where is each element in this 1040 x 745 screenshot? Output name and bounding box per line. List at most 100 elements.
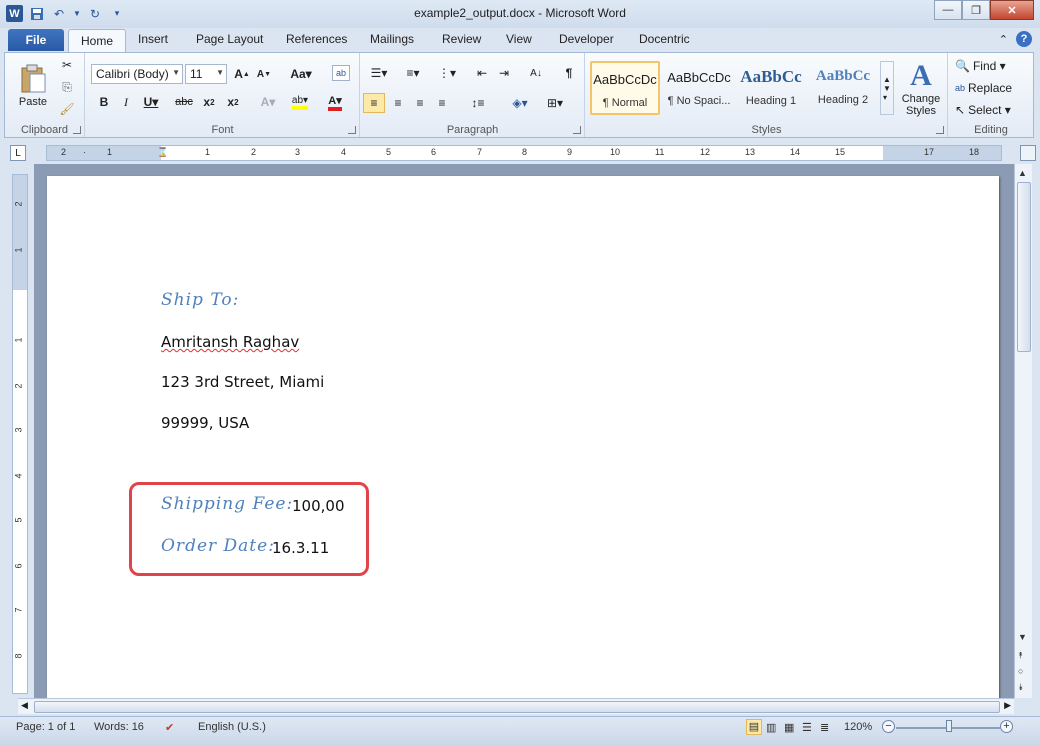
- document-page[interactable]: Ship To: Amritansh Raghav 123 3rd Street…: [47, 176, 999, 698]
- tab-developer[interactable]: Developer: [559, 32, 614, 46]
- web-layout-view-icon[interactable]: ▦: [784, 721, 794, 734]
- font-family-select[interactable]: Calibri (Body) ▼: [91, 64, 183, 84]
- style-no-spacing[interactable]: AaBbCcDc ¶ No Spaci...: [664, 61, 734, 115]
- tab-mailings[interactable]: Mailings: [370, 32, 414, 46]
- tab-page-layout[interactable]: Page Layout: [196, 32, 263, 46]
- style-heading-2[interactable]: AaBbCc Heading 2: [808, 61, 878, 115]
- scroll-up-icon[interactable]: ▲: [1018, 168, 1027, 178]
- tab-insert[interactable]: Insert: [138, 32, 168, 46]
- style-heading-2-sample: AaBbCc: [815, 68, 871, 84]
- print-layout-view-icon[interactable]: ▤: [746, 719, 762, 735]
- align-left-icon[interactable]: ≡: [363, 93, 385, 113]
- font-group-label: Font: [211, 124, 234, 136]
- tab-docentric[interactable]: Docentric: [639, 32, 690, 46]
- highlight-color-icon[interactable]: ab▾: [286, 93, 314, 111]
- shrink-font-icon[interactable]: A ▼: [256, 66, 272, 82]
- underline-button[interactable]: U▾: [140, 93, 162, 111]
- styles-launcher-icon[interactable]: [936, 126, 944, 134]
- window-controls: — ❐ ✕: [934, 0, 1034, 20]
- change-styles-button[interactable]: A Change Styles: [898, 55, 944, 121]
- help-icon[interactable]: ?: [1016, 31, 1032, 47]
- text-effects-icon[interactable]: A▾: [256, 93, 280, 111]
- zoom-in-icon[interactable]: +: [1000, 720, 1013, 733]
- zoom-level[interactable]: 120%: [844, 721, 872, 733]
- scroll-right-icon[interactable]: ▶: [1004, 700, 1011, 711]
- cut-icon[interactable]: ✂: [59, 57, 75, 73]
- increase-indent-icon[interactable]: ⇥: [495, 65, 513, 81]
- grow-font-icon[interactable]: A ▲: [234, 66, 250, 82]
- vertical-ruler[interactable]: 2 1 1 2 3 4 5 6 7 8: [12, 174, 28, 694]
- find-button[interactable]: 🔍 Find ▾: [955, 57, 1006, 75]
- minimize-button[interactable]: —: [934, 0, 962, 20]
- tab-home[interactable]: Home: [68, 29, 127, 52]
- select-browse-object-icon[interactable]: ○: [1018, 666, 1023, 676]
- format-painter-icon[interactable]: 🖌: [59, 101, 75, 117]
- font-size-select[interactable]: 11 ▼: [185, 64, 227, 84]
- shading-icon[interactable]: ◈▾: [507, 93, 533, 113]
- numbering-icon[interactable]: ≡▾: [399, 65, 427, 81]
- font-launcher-icon[interactable]: [348, 126, 356, 134]
- page-count[interactable]: Page: 1 of 1: [16, 721, 75, 733]
- align-center-icon[interactable]: ≡: [389, 93, 407, 113]
- borders-icon[interactable]: ⊞▾: [541, 93, 569, 113]
- styles-group: AaBbCcDc ¶ Normal AaBbCcDc ¶ No Spaci...…: [586, 53, 948, 137]
- copy-icon[interactable]: ⎘: [59, 79, 75, 95]
- style-normal[interactable]: AaBbCcDc ¶ Normal: [590, 61, 660, 115]
- zoom-out-icon[interactable]: −: [882, 720, 895, 733]
- minimize-ribbon-icon[interactable]: ⌃: [999, 33, 1008, 46]
- tab-references[interactable]: References: [286, 32, 347, 46]
- paste-button[interactable]: Paste: [13, 57, 53, 115]
- line-spacing-icon[interactable]: ↕≡: [465, 93, 491, 113]
- bold-button[interactable]: B: [96, 93, 112, 111]
- replace-icon: ab: [955, 83, 966, 93]
- status-bar: Page: 1 of 1 Words: 16 ✔ English (U.S.) …: [0, 716, 1040, 745]
- next-page-icon[interactable]: ⯯: [1018, 682, 1023, 693]
- tab-file[interactable]: File: [8, 29, 64, 51]
- decrease-indent-icon[interactable]: ⇤: [473, 65, 491, 81]
- show-marks-icon[interactable]: ¶: [561, 65, 577, 81]
- style-heading-1[interactable]: AaBbCc Heading 1: [736, 61, 806, 115]
- multilevel-list-icon[interactable]: ⋮▾: [433, 65, 461, 81]
- proofing-icon[interactable]: ✔: [165, 721, 174, 734]
- strikethrough-button[interactable]: abc: [174, 93, 194, 111]
- scroll-left-icon[interactable]: ◀: [21, 700, 28, 711]
- previous-page-icon[interactable]: ⯭: [1018, 650, 1023, 661]
- tab-view[interactable]: View: [506, 32, 532, 46]
- horizontal-scrollbar[interactable]: ◀ ▶: [18, 698, 1014, 714]
- justify-icon[interactable]: ≡: [433, 93, 451, 113]
- horizontal-scroll-thumb[interactable]: [34, 701, 1000, 713]
- font-color-icon[interactable]: A▾: [322, 93, 348, 111]
- clipboard-group: Paste ✂ ⎘ 🖌 Clipboard: [5, 53, 85, 137]
- align-right-icon[interactable]: ≡: [411, 93, 429, 113]
- outline-view-icon[interactable]: ☰: [802, 721, 812, 734]
- ribbon-tabs: File Home Insert Page Layout References …: [0, 28, 1040, 52]
- view-ruler-icon[interactable]: [1020, 145, 1036, 161]
- vertical-scroll-thumb[interactable]: [1017, 182, 1031, 352]
- horizontal-ruler[interactable]: 2 · 1 ⌛ 1 2 3 4 5 6 7 8 9 10 11 12 13 14…: [46, 145, 1002, 161]
- paragraph-launcher-icon[interactable]: [573, 126, 581, 134]
- maximize-button[interactable]: ❐: [962, 0, 990, 20]
- zoom-slider-thumb[interactable]: [946, 720, 952, 732]
- replace-button[interactable]: ab Replace: [955, 79, 1012, 97]
- paste-icon: [21, 64, 46, 93]
- scroll-down-icon[interactable]: ▼: [1018, 632, 1027, 642]
- language-indicator[interactable]: English (U.S.): [198, 721, 266, 733]
- close-button[interactable]: ✕: [990, 0, 1034, 20]
- superscript-button[interactable]: x2: [224, 93, 242, 111]
- style-heading-1-sample: AaBbCc: [740, 67, 802, 86]
- subscript-button[interactable]: x2: [200, 93, 218, 111]
- clipboard-launcher-icon[interactable]: [73, 126, 81, 134]
- word-count[interactable]: Words: 16: [94, 721, 144, 733]
- select-button[interactable]: ↖ Select ▾: [955, 101, 1011, 119]
- bullets-icon[interactable]: ☰▾: [365, 65, 393, 81]
- full-screen-reading-view-icon[interactable]: ▥: [766, 721, 776, 734]
- italic-button[interactable]: I: [118, 93, 134, 111]
- clear-formatting-icon[interactable]: ab: [332, 65, 350, 81]
- change-case-icon[interactable]: Aa▾: [288, 66, 314, 82]
- tab-selector-icon[interactable]: L: [10, 145, 26, 161]
- sort-icon[interactable]: A↓: [527, 65, 545, 81]
- tab-review[interactable]: Review: [442, 32, 481, 46]
- vertical-scrollbar[interactable]: ▲ ▼ ⯭ ○ ⯯: [1014, 164, 1032, 698]
- draft-view-icon[interactable]: ≣: [820, 721, 829, 734]
- styles-scroll-icon[interactable]: ▲ ▼ ▾: [880, 61, 894, 115]
